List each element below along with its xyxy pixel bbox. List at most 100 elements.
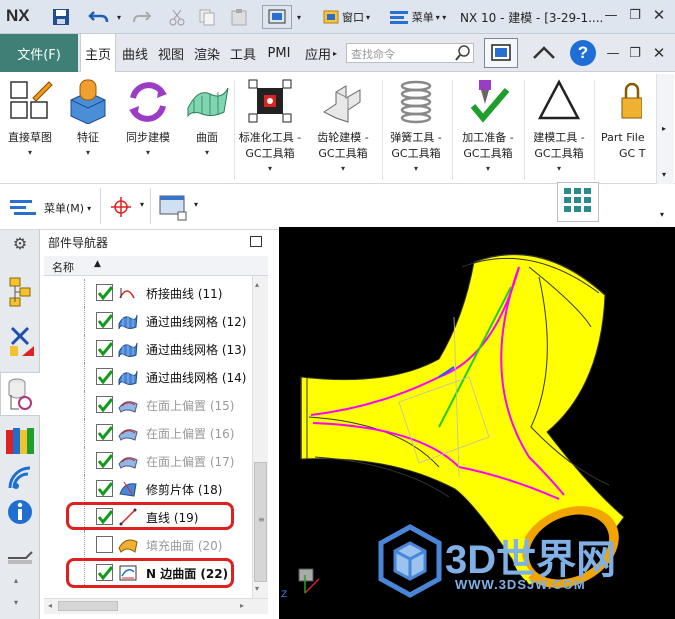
navigator-row[interactable]: 修剪片体 (18) [44,475,254,503]
search-icon[interactable] [454,44,472,62]
feature-button[interactable]: 特征 ▾ [62,76,114,182]
file-tab[interactable]: 文件(F) [0,34,78,72]
visibility-checkbox[interactable] [96,480,114,497]
visibility-checkbox[interactable] [96,284,114,301]
navigator-row[interactable]: 在面上偏置 (17) [44,447,254,475]
tab-pmi[interactable]: PMI [262,34,296,72]
scroll-down-icon[interactable]: ▾ [14,598,18,607]
part-navigator-icon[interactable] [0,372,40,416]
constraint-navigator-icon[interactable] [4,326,36,358]
scroll-thumb[interactable]: ≡ [254,462,267,582]
chevron-down-icon[interactable]: ▾ [140,200,144,209]
collapse-ribbon-icon[interactable] [530,40,558,66]
sort-ascending-icon[interactable]: ▲ [94,259,101,269]
chevron-down-icon: ▾ [145,148,150,157]
touch-mode-dropdown-icon[interactable]: ▾ [294,5,304,29]
assembly-navigator-icon[interactable] [4,276,36,308]
visibility-checkbox[interactable] [96,536,113,553]
scroll-up-icon[interactable]: ▴ [255,280,259,289]
scroll-up-icon[interactable]: ▴ [14,576,18,585]
feature-label: 特征 [77,131,99,144]
part-file-button[interactable]: Part File GC T [596,76,652,182]
visibility-checkbox[interactable] [96,452,114,469]
fill-surface-icon [118,536,140,554]
tab-tools[interactable]: 工具 [226,34,260,72]
machining-prep-button[interactable]: 加工准备 - GC工具箱 ▾ [454,76,522,182]
tab-view[interactable]: 视图 [154,34,188,72]
app-grid-icon[interactable] [557,182,599,222]
graphics-viewport[interactable]: Z 3D世界网 WWW.3DSJW.COM [279,227,675,619]
minimize-icon[interactable]: — [600,4,622,26]
undo-icon[interactable] [86,5,112,29]
surface-button[interactable]: 曲面 ▾ [182,76,232,182]
visibility-checkbox[interactable] [96,424,114,441]
gear-icon[interactable]: ⚙ [4,232,36,254]
ribbon-restore-icon[interactable]: ❐ [624,42,646,64]
tab-application[interactable]: 应用 ▸ [298,34,344,72]
sync-modeling-button[interactable]: 同步建模 ▾ [118,76,178,182]
sync-modeling-label: 同步建模 [126,131,170,144]
window-menu-button[interactable]: 窗口 ▾ [316,5,376,29]
ribbon-options-icon[interactable]: ▾ [662,170,666,179]
visibility-checkbox[interactable] [96,368,114,385]
navigator-row[interactable]: 在面上偏置 (16) [44,419,254,447]
standard-tools-label-line2: GC工具箱 [245,147,295,160]
part-file-label-line2: GC T [619,147,646,160]
tab-home[interactable]: 主页 [80,34,116,73]
column-name[interactable]: 名称 [52,259,74,275]
tree-guide-line [84,531,85,559]
redo-icon[interactable] [130,5,154,29]
visibility-checkbox[interactable] [96,340,114,357]
toolbar-options-icon[interactable]: ▾ [660,210,664,219]
standard-tools-button[interactable]: 标准化工具 - GC工具箱 ▾ [236,76,304,182]
reuse-library-icon[interactable] [4,424,36,456]
display-mode-icon[interactable] [158,194,190,222]
menu-button[interactable]: 菜单(M) ▾ [8,196,91,220]
web-browser-icon[interactable] [4,462,36,494]
navigator-row[interactable]: 通过曲线网格 (13) [44,335,254,363]
spring-tools-button[interactable]: 弹簧工具 - GC工具箱 ▾ [384,76,448,182]
touch-mode-ribbon-icon[interactable] [484,38,518,68]
spring-tools-label-line1: 弹簧工具 - [390,131,442,144]
navigator-row[interactable]: 通过曲线网格 (12) [44,307,254,335]
restore-icon[interactable]: ❐ [624,4,646,26]
paste-icon[interactable] [228,5,250,29]
tab-curve[interactable]: 曲线 [118,34,152,72]
visibility-checkbox[interactable] [96,396,114,413]
scroll-right-icon[interactable]: ▸ [240,601,244,610]
sketch-button[interactable]: 直接草图 ▾ [2,76,58,182]
chevron-down-icon[interactable]: ▾ [194,200,198,209]
ribbon-scroll[interactable]: ▸ ▾ [656,74,674,184]
navigator-row[interactable]: 填充曲面 (20) [44,531,254,559]
bridge-curve-icon [118,284,140,302]
panel-maximize-icon[interactable] [250,236,262,247]
close-icon[interactable]: ✕ [648,4,670,26]
navigator-row[interactable]: 通过曲线网格 (14) [44,363,254,391]
navigator-row[interactable]: 桥接曲线 (11) [44,279,254,307]
ribbon-close-icon[interactable]: ✕ [648,42,670,64]
help-icon[interactable]: ? [570,40,596,66]
main-menu-button[interactable]: 菜单 ▾ ▾ [380,5,454,29]
navigator-horizontal-scrollbar[interactable]: ◂ ▸ [44,598,268,614]
ribbon-more-icon[interactable]: ▸ [662,124,666,133]
undo-dropdown-icon[interactable]: ▾ [114,5,124,29]
info-icon[interactable] [4,496,36,528]
touch-mode-icon[interactable] [262,5,292,29]
navigator-row-label: 通过曲线网格 (12) [146,315,247,329]
ribbon-minimize-icon[interactable]: — [602,42,624,64]
scroll-left-icon[interactable]: ◂ [48,601,52,610]
tab-render[interactable]: 渲染 [190,34,224,72]
history-icon[interactable] [4,544,36,576]
copy-icon[interactable] [196,5,218,29]
gear-modeling-button[interactable]: 齿轮建模 - GC工具箱 ▾ [308,76,378,182]
navigator-row[interactable]: 在面上偏置 (15) [44,391,254,419]
save-icon[interactable] [50,5,72,29]
selection-crosshair-icon[interactable] [108,196,134,218]
cut-icon[interactable] [166,5,188,29]
navigator-row-label: 修剪片体 (18) [146,483,223,497]
modeling-tools-button[interactable]: 建模工具 - GC工具箱 ▾ [526,76,592,182]
visibility-checkbox[interactable] [96,312,114,329]
scroll-down-icon[interactable]: ▾ [255,584,259,593]
h-scroll-thumb[interactable] [58,601,118,611]
navigator-vertical-scrollbar[interactable]: ▴ ≡ ▾ [252,276,268,598]
